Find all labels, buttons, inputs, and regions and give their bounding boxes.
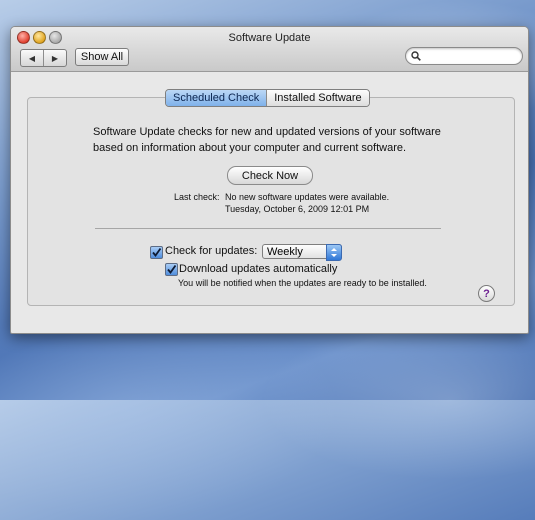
checkmark-icon [167, 264, 177, 274]
forward-arrow-icon: ▶ [51, 53, 59, 63]
magnifier-icon [411, 51, 421, 61]
update-frequency-value: Weekly [267, 245, 303, 258]
check-for-updates-checkbox[interactable] [150, 246, 163, 259]
window-title: Software Update [228, 32, 311, 44]
download-automatically-checkbox[interactable] [165, 263, 178, 276]
notify-note: You will be notified when the updates ar… [178, 278, 427, 288]
back-button[interactable]: ◀ [21, 50, 43, 66]
back-forward-segmented-control: ◀ ▶ [20, 49, 67, 67]
last-check-status: No new software updates were available. [225, 192, 390, 202]
description-text: Software Update checks for new and updat… [93, 126, 441, 154]
last-check-label: Last check: [174, 192, 220, 202]
help-icon: ? [483, 287, 490, 300]
title-bar: Software Update ◀ ▶ Show All [11, 27, 528, 72]
forward-button[interactable]: ▶ [43, 50, 66, 66]
download-automatically-label: Download updates automatically [179, 263, 338, 275]
search-field[interactable] [405, 47, 523, 65]
check-for-updates-label: Check for updates: [165, 245, 258, 257]
tab-scheduled-check[interactable]: Scheduled Check [166, 90, 267, 106]
separator [95, 228, 441, 229]
back-arrow-icon: ◀ [28, 53, 36, 63]
tab-installed-software[interactable]: Installed Software [266, 90, 369, 106]
popup-arrows-icon [326, 244, 342, 261]
show-all-button[interactable]: Show All [75, 48, 129, 66]
check-now-button[interactable]: Check Now [227, 166, 313, 185]
update-frequency-select[interactable]: Weekly [262, 244, 342, 261]
software-update-window: Software Update ◀ ▶ Show All Scheduled C… [10, 26, 529, 334]
last-check-time: Tuesday, October 6, 2009 12:01 PM [225, 204, 370, 214]
help-button[interactable]: ? [478, 285, 495, 302]
tab-bar: Scheduled Check Installed Software [165, 89, 370, 107]
checkmark-icon [152, 247, 162, 257]
